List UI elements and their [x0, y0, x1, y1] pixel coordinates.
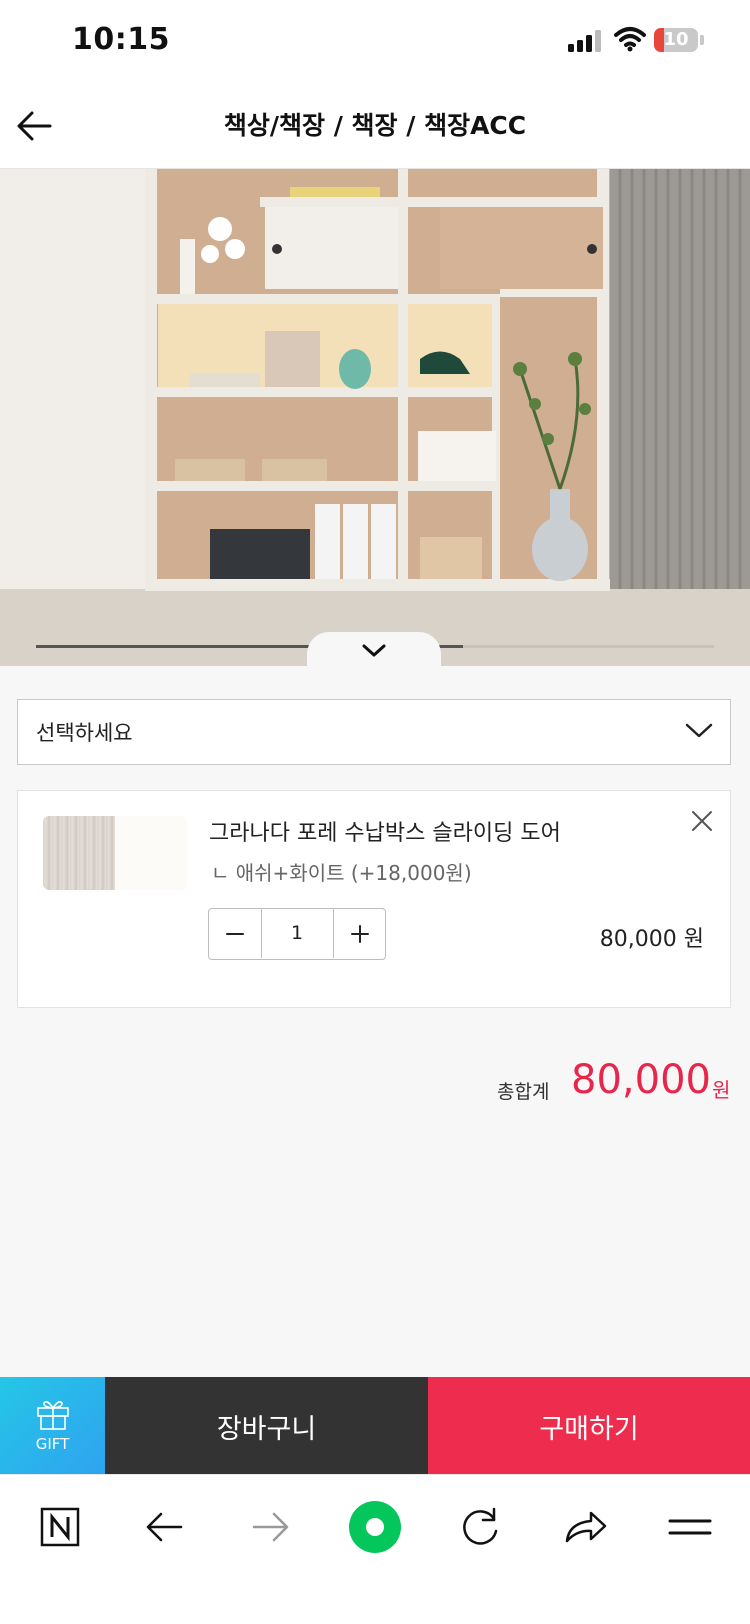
battery-nub [700, 35, 704, 45]
option-select-placeholder: 선택하세요 [36, 721, 133, 745]
cart-label: 장바구니 [216, 1414, 317, 1445]
back-arrow-icon [146, 1512, 183, 1542]
reload-icon [463, 1507, 498, 1545]
chevron-down-icon[interactable] [360, 640, 388, 660]
minus-icon [226, 933, 244, 935]
battery-level: 10 [663, 29, 689, 50]
ash-swatch [43, 816, 115, 890]
chevron-down-icon [685, 723, 713, 738]
status-time: 10:15 [72, 22, 170, 57]
gift-button[interactable]: GIFT [0, 1377, 105, 1474]
green-home-button[interactable] [345, 1497, 405, 1557]
browser-back-button[interactable] [135, 1497, 195, 1557]
naver-home-button[interactable] [30, 1497, 90, 1557]
item-option: ㄴ 애쉬+화이트 (+18,000원) [211, 861, 472, 885]
buy-label: 구매하기 [539, 1414, 639, 1445]
reload-button[interactable] [450, 1497, 510, 1557]
total-unit: 원 [712, 1078, 731, 1102]
plus-icon [351, 925, 369, 943]
green-home-icon [349, 1501, 401, 1553]
item-price: 80,000 원 [599, 927, 704, 952]
browser-forward-button[interactable] [240, 1497, 300, 1557]
product-image[interactable] [0, 169, 750, 666]
gift-icon [37, 1401, 69, 1430]
bookshelf-photo [0, 169, 750, 666]
item-thumbnail [43, 816, 187, 890]
battery-icon: 10 [654, 28, 698, 52]
breadcrumb: 책상/책장 / 책장 / 책장ACC [223, 111, 527, 140]
quantity-stepper: 1 [208, 908, 386, 960]
status-bar: 10:15 10 [0, 0, 750, 84]
quantity-increase-button[interactable] [333, 909, 386, 958]
share-button[interactable] [555, 1497, 615, 1557]
selected-item-card: 그라나다 포레 수납박스 슬라이딩 도어 ㄴ 애쉬+화이트 (+18,000원)… [17, 790, 731, 1008]
quantity-value[interactable]: 1 [261, 909, 333, 958]
browser-toolbar [0, 1474, 750, 1624]
total-amount: 80,000 [571, 1057, 711, 1103]
naver-n-icon [40, 1507, 80, 1547]
item-name: 그라나다 포레 수납박스 슬라이딩 도어 [209, 821, 561, 846]
quantity-decrease-button[interactable] [209, 909, 262, 958]
share-icon [565, 1511, 607, 1543]
remove-item-button[interactable] [688, 807, 716, 835]
page-header: 책상/책장 / 책장 / 책장ACC [0, 84, 750, 169]
browser-menu-button[interactable] [660, 1497, 720, 1557]
total-label: 총합계 [497, 1081, 550, 1103]
gift-label: GIFT [35, 1435, 70, 1453]
buy-button[interactable]: 구매하기 [428, 1377, 750, 1474]
forward-arrow-icon [252, 1512, 289, 1542]
option-select[interactable]: 선택하세요 [17, 699, 731, 765]
close-icon [692, 811, 712, 831]
menu-icon [668, 1519, 712, 1535]
white-swatch [115, 816, 187, 890]
wifi-icon [614, 27, 646, 52]
cart-button[interactable]: 장바구니 [105, 1377, 428, 1474]
cellular-signal-icon [568, 30, 604, 52]
